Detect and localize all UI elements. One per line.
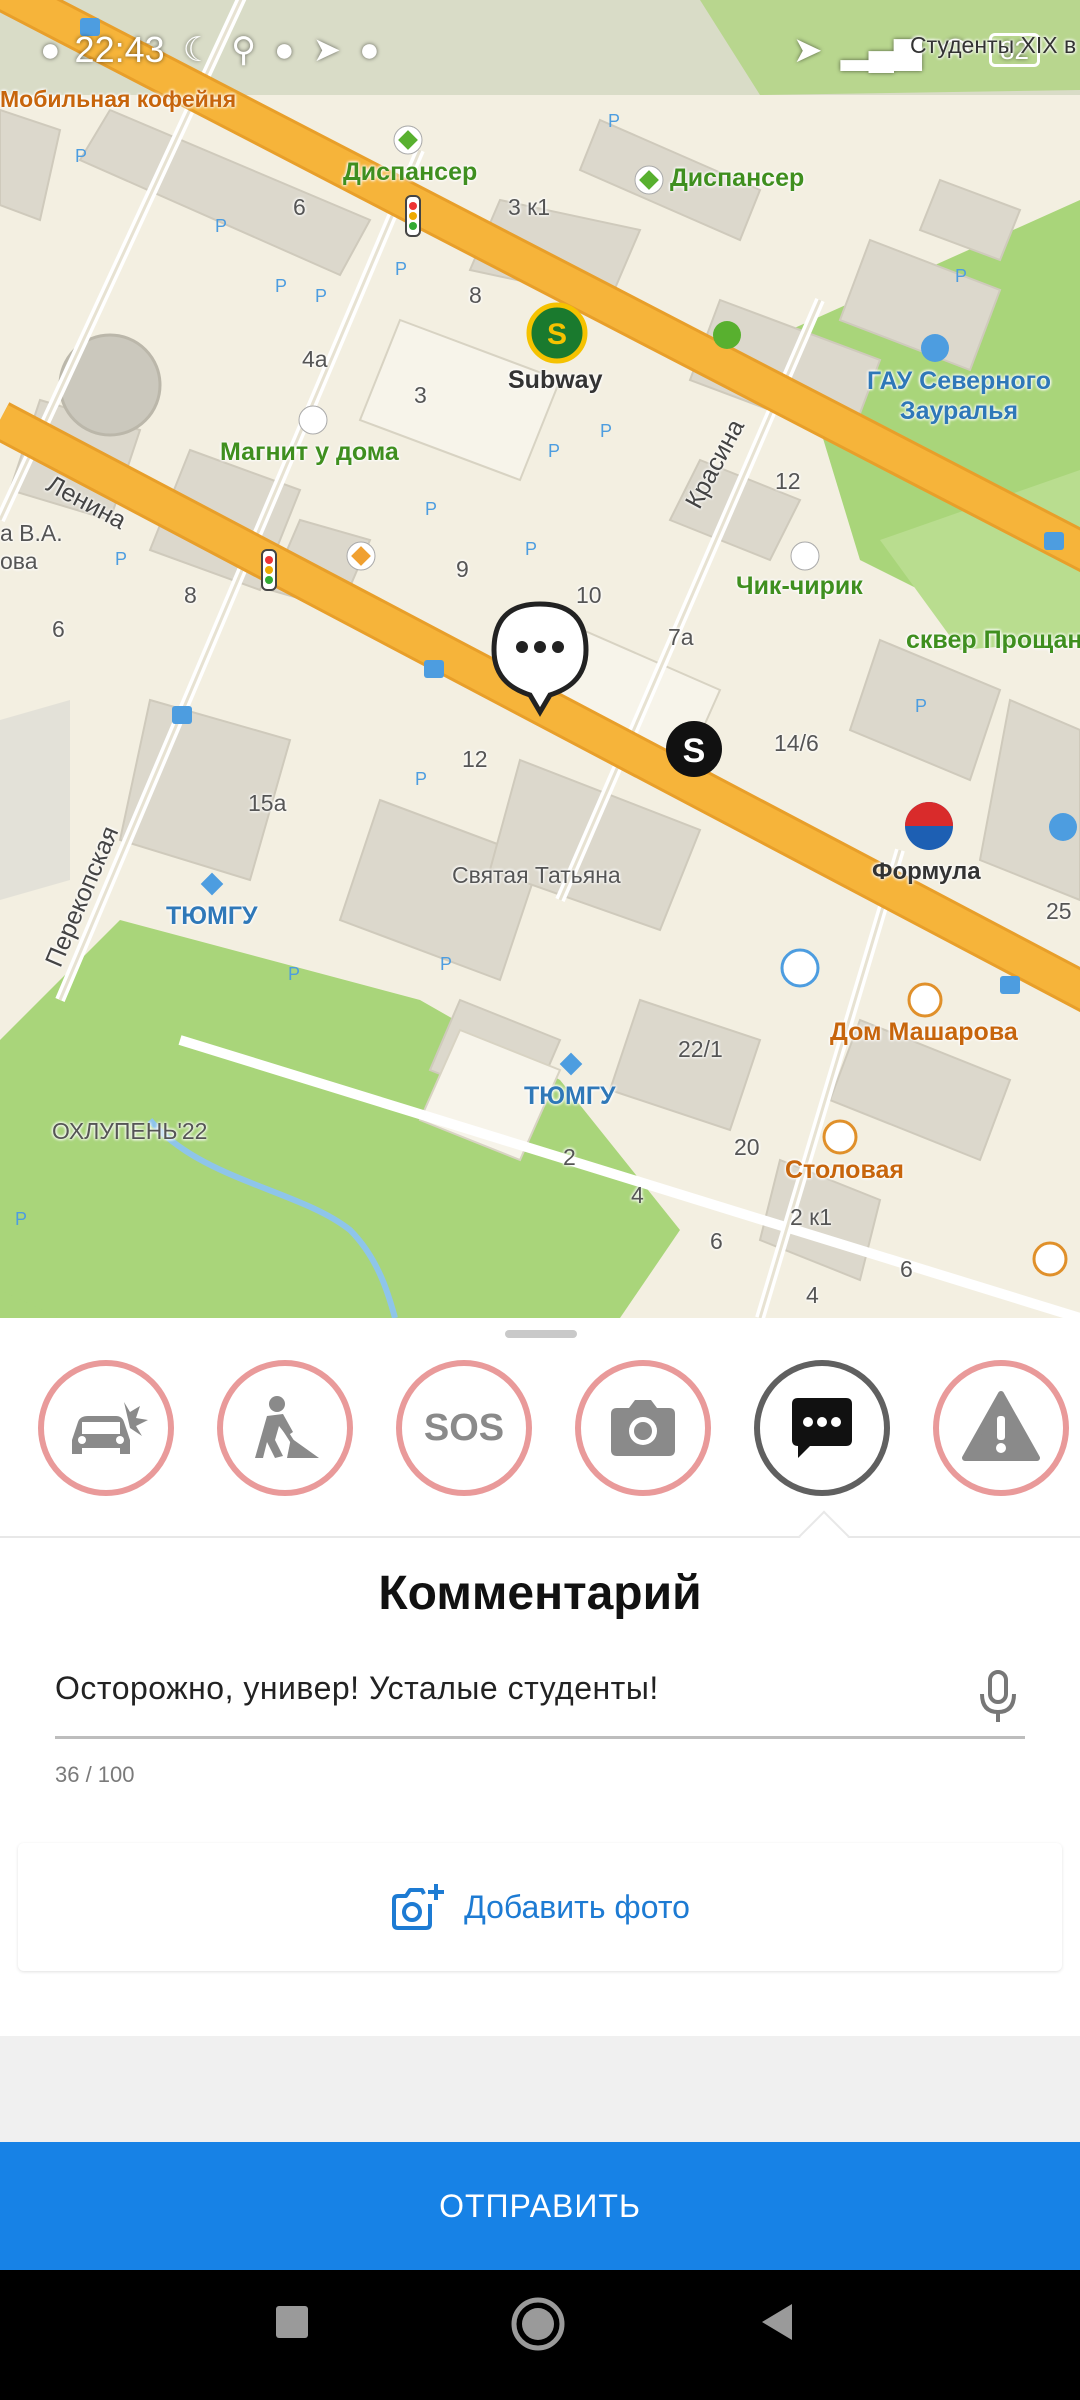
sos-label: SOS [423, 1406, 505, 1449]
house-number: 8 [469, 282, 482, 308]
house-number: 12 [775, 468, 801, 494]
svg-text:P: P [525, 539, 537, 559]
svg-text:P: P [955, 266, 967, 286]
svg-text:P: P [415, 769, 427, 789]
house-number: 6 [710, 1228, 723, 1254]
house-number: 3 [414, 382, 427, 408]
house-number: 2 [563, 1144, 576, 1170]
house-number: 6 [52, 616, 65, 642]
map-label-ova: ова [0, 548, 38, 574]
house-number: 2 к1 [790, 1204, 833, 1230]
comment-icon [792, 1398, 852, 1458]
message-icon: ● [359, 30, 380, 69]
house-number: 25 [1046, 898, 1072, 924]
svg-text:P: P [425, 499, 437, 519]
notification-icon: ● [40, 30, 61, 69]
status-time: 22:43 [74, 29, 165, 70]
recents-icon[interactable] [272, 2302, 312, 2342]
send-button[interactable]: ОТПРАВИТЬ [0, 2142, 1080, 2270]
svg-text:P: P [315, 286, 327, 306]
comment-input[interactable]: Осторожно, универ! Усталые студенты! [55, 1670, 975, 1714]
house-number: 6 [293, 194, 306, 220]
map-label-formula[interactable]: Формула [872, 858, 981, 886]
svg-text:P: P [215, 216, 227, 236]
svg-text:P: P [15, 1209, 27, 1229]
input-underline [55, 1736, 1025, 1739]
location-icon: ➤ [792, 29, 823, 70]
category-camera-button[interactable] [575, 1360, 711, 1496]
house-number: 3 к1 [508, 194, 551, 220]
selection-pointer [798, 1510, 850, 1562]
report-sheet: SOS Комментарий Осторожно, универ! Устал… [0, 1318, 1080, 2142]
map-label-skver[interactable]: сквер Прощан [906, 626, 1080, 655]
house-number: 4 [631, 1182, 644, 1208]
svg-text:P: P [75, 146, 87, 166]
category-warning-button[interactable] [933, 1360, 1069, 1496]
home-icon[interactable] [510, 2296, 566, 2352]
house-number: 9 [456, 556, 469, 582]
house-number: 7а [668, 624, 694, 650]
map-label-cafe[interactable]: Мобильная кофейня [0, 86, 236, 113]
vibrate-off-icon: ⚲ [231, 31, 257, 69]
house-number: 4 [806, 1282, 819, 1308]
house-number: 10 [576, 582, 602, 608]
svg-text:P: P [288, 964, 300, 984]
svg-text:P: P [600, 421, 612, 441]
svg-text:P: P [115, 549, 127, 569]
char-counter: 36 / 100 [55, 1762, 135, 1787]
map-label-chik-chirik[interactable]: Чик-чирик [736, 572, 863, 601]
add-photo-label: Добавить фото [464, 1888, 690, 1925]
svg-text:P: P [275, 276, 287, 296]
map-label-svyataya-tatyana[interactable]: Святая Татьяна [452, 862, 621, 889]
system-nav-bar [0, 2270, 1080, 2400]
map-label-bva: а В.А. [0, 520, 63, 546]
add-photo-icon [392, 1884, 445, 1930]
category-sos-button[interactable]: SOS [396, 1360, 532, 1496]
map-label-magnit[interactable]: Магнит у дома [220, 438, 399, 467]
house-number: 22/1 [678, 1036, 723, 1062]
house-number: 8 [184, 582, 197, 608]
map-view[interactable]: P P P P P P P P P P P P P P P P P S S ● 22:43 ☾ ⚲ ●… [0, 0, 1080, 1318]
moon-icon: ☾ [182, 31, 214, 69]
house-number: 4а [302, 346, 328, 372]
house-number: 12 [462, 746, 488, 772]
svg-text:P: P [548, 441, 560, 461]
sheet-title: Комментарий [378, 1567, 702, 1620]
house-number: 20 [734, 1134, 760, 1160]
map-label-studenty[interactable]: Студенты XIX в [910, 32, 1076, 59]
map-label-tyumgu[interactable]: ТЮМГУ [166, 902, 258, 931]
map-label-okhlupen[interactable]: ОХЛУПЕНЬ'22 [52, 1118, 207, 1145]
back-icon[interactable] [758, 2302, 798, 2342]
svg-text:P: P [608, 111, 620, 131]
category-road-works-button[interactable] [217, 1360, 353, 1496]
map-label-dom-masharova[interactable]: Дом Машарова [830, 1018, 1018, 1047]
svg-text:P: P [440, 954, 452, 974]
svg-text:P: P [395, 259, 407, 279]
telegram-icon: ➤ [312, 31, 342, 69]
car-crash-icon [72, 1402, 148, 1454]
category-accident-button[interactable] [38, 1360, 174, 1496]
house-number: 6 [900, 1256, 913, 1282]
chat-icon: ● [274, 30, 295, 69]
divider [0, 1536, 1080, 1538]
house-number: 15а [248, 790, 287, 816]
microphone-icon[interactable] [976, 1668, 1020, 1724]
house-number: 14/6 [774, 730, 819, 756]
map-label-stolovaya[interactable]: Столовая [785, 1156, 904, 1185]
map-label-gau[interactable]: ГАУ Северного Зауралья [844, 366, 1074, 426]
drag-handle[interactable] [505, 1330, 577, 1338]
map-label-subway[interactable]: Subway [508, 366, 602, 395]
map-label-dispenser[interactable]: Диспансер [343, 158, 477, 187]
svg-text:S: S [683, 732, 706, 770]
add-photo-button[interactable]: Добавить фото [18, 1843, 1062, 1971]
warning-icon [962, 1391, 1040, 1461]
camera-icon [611, 1400, 675, 1456]
svg-text:S: S [547, 318, 567, 351]
road-works-icon [255, 1396, 319, 1458]
map-label-dispenser-2[interactable]: Диспансер [670, 164, 804, 193]
category-comment-button[interactable] [754, 1360, 890, 1496]
map-label-tyumgu-2[interactable]: ТЮМГУ [524, 1082, 616, 1111]
svg-text:P: P [915, 696, 927, 716]
